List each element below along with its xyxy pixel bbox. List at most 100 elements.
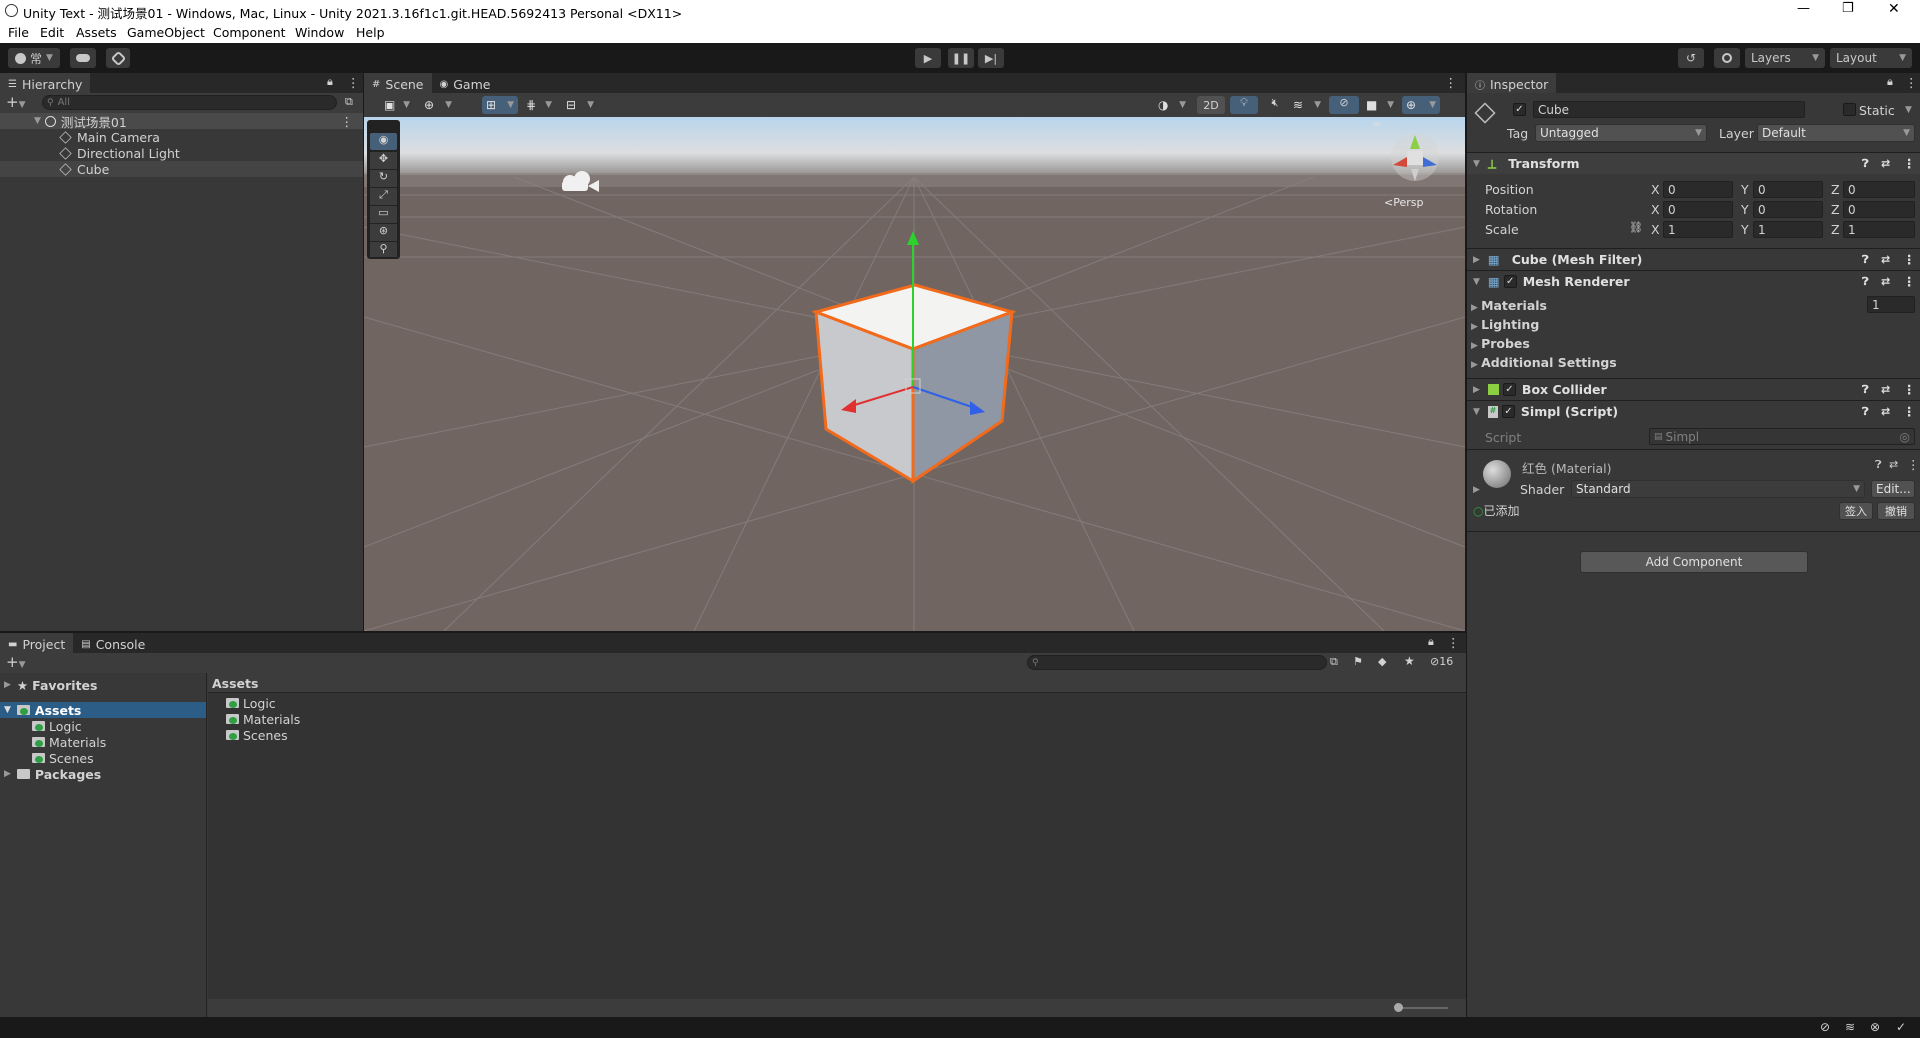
filter-icon[interactable]: ⧉ bbox=[345, 95, 353, 109]
help-icon[interactable]: ❓︎ bbox=[1862, 405, 1869, 419]
mesh-renderer-enabled-checkbox[interactable]: ✓ bbox=[1503, 275, 1517, 288]
preset-icon[interactable]: ⇄ bbox=[1881, 383, 1890, 396]
expand-arrow-icon[interactable]: ▼ bbox=[1473, 159, 1480, 169]
network-off-icon[interactable]: ⊘ bbox=[1820, 1020, 1830, 1034]
expand-arrow-icon[interactable]: ▶ bbox=[1473, 385, 1480, 395]
layer-dropdown[interactable]: Default ▼ bbox=[1757, 124, 1915, 142]
minimize-button[interactable]: — bbox=[1797, 1, 1810, 16]
viewport-menu-icon[interactable]: ═ bbox=[1373, 117, 1380, 131]
rotation-x-field[interactable]: 0 bbox=[1663, 201, 1733, 218]
maximize-button[interactable]: ❐ bbox=[1842, 1, 1854, 16]
tab-scene[interactable]: # Scene bbox=[364, 73, 432, 93]
more-menu-icon[interactable]: ⋮ bbox=[347, 75, 360, 90]
object-active-checkbox[interactable]: ✓ bbox=[1513, 103, 1526, 116]
view-tool-button[interactable]: ◉ bbox=[370, 133, 397, 150]
expand-arrow-icon[interactable]: ▼ bbox=[4, 705, 11, 715]
close-button[interactable]: ✕ bbox=[1888, 1, 1900, 17]
static-checkbox[interactable] bbox=[1843, 103, 1856, 116]
step-button[interactable]: ▶| bbox=[978, 48, 1004, 68]
icon-size-slider-track[interactable] bbox=[1398, 1007, 1448, 1009]
search-by-label-icon[interactable]: ⚑ bbox=[1353, 655, 1363, 668]
component-menu-icon[interactable]: ⋮ bbox=[1903, 274, 1916, 289]
layers-dropdown[interactable]: Layers ▼ bbox=[1745, 48, 1825, 68]
help-icon[interactable]: ❓︎ bbox=[1862, 275, 1869, 289]
packages-item[interactable]: ▶ Packages bbox=[0, 766, 206, 782]
position-z-field[interactable]: 0 bbox=[1843, 181, 1915, 198]
account-button[interactable]: 常 ▼ bbox=[8, 48, 60, 68]
expand-arrow-icon[interactable]: ▶ bbox=[1473, 255, 1480, 265]
gizmos-dropdown[interactable]: ⊕ ▼ bbox=[1402, 96, 1440, 114]
position-x-field[interactable]: 0 bbox=[1663, 181, 1733, 198]
rotation-y-field[interactable]: 0 bbox=[1753, 201, 1823, 218]
object-picker-icon[interactable]: ◎ bbox=[1900, 430, 1910, 444]
draw-mode-dropdown[interactable]: ▣ ▼ bbox=[380, 96, 414, 114]
expand-arrow-icon[interactable]: ▼ bbox=[1473, 277, 1480, 287]
menu-help[interactable]: Help bbox=[356, 25, 385, 40]
component-menu-icon[interactable]: ⋮ bbox=[1903, 404, 1916, 419]
asset-item-scenes[interactable]: Scenes bbox=[208, 727, 1466, 743]
mesh-filter-header[interactable]: ▶ ▦ Cube (Mesh Filter) ❓︎ ⇄ ⋮ bbox=[1467, 248, 1920, 270]
search-button[interactable] bbox=[1714, 48, 1740, 68]
hidden-objects-toggle[interactable]: ⊘ bbox=[1329, 96, 1359, 114]
expand-arrow-icon[interactable]: ▶ bbox=[4, 769, 11, 779]
help-icon[interactable]: ❓︎ bbox=[1862, 383, 1869, 397]
undo-history-button[interactable]: ↺ bbox=[1678, 48, 1704, 68]
more-menu-icon[interactable]: ⋮ bbox=[1445, 75, 1458, 90]
scale-y-field[interactable]: 1 bbox=[1753, 221, 1823, 238]
preset-icon[interactable]: ⇄ bbox=[1881, 405, 1890, 418]
hierarchy-item-cube[interactable]: Cube bbox=[0, 161, 363, 177]
preset-icon[interactable]: ⇄ bbox=[1889, 458, 1898, 471]
mesh-renderer-header[interactable]: ▼ ▦ ✓ Mesh Renderer ❓︎ ⇄ ⋮ bbox=[1467, 270, 1920, 292]
asset-item-materials[interactable]: Materials bbox=[208, 711, 1466, 727]
hidden-packages-toggle[interactable]: ⊘16 bbox=[1430, 655, 1453, 668]
hierarchy-item-main-camera[interactable]: Main Camera bbox=[0, 129, 363, 145]
scale-z-field[interactable]: 1 bbox=[1843, 221, 1915, 238]
tree-item-logic[interactable]: Logic bbox=[0, 718, 206, 734]
toggle-2d-button[interactable]: 2D bbox=[1197, 96, 1225, 114]
component-menu-icon[interactable]: ⋮ bbox=[1907, 457, 1920, 472]
static-dropdown-icon[interactable]: ▼ bbox=[1905, 105, 1912, 115]
expand-arrow-icon[interactable]: ▼ bbox=[34, 116, 41, 126]
scene-menu-icon[interactable]: ⋮ bbox=[341, 114, 354, 129]
materials-count-field[interactable]: 1 bbox=[1867, 296, 1915, 313]
scene-orientation-gizmo[interactable] bbox=[1391, 133, 1439, 181]
help-icon[interactable]: ❓︎ bbox=[1862, 157, 1869, 171]
box-collider-header[interactable]: ▶ ✓ Box Collider ❓︎ ⇄ ⋮ bbox=[1467, 378, 1920, 400]
tab-inspector[interactable]: ⓘ Inspector bbox=[1467, 73, 1557, 93]
probes-foldout[interactable]: ▶ Probes bbox=[1471, 336, 1530, 351]
script-header[interactable]: ▼ # ✓ Simpl (Script) ❓︎ ⇄ ⋮ bbox=[1467, 400, 1920, 422]
move-tool-button[interactable]: ✥ bbox=[370, 152, 397, 169]
position-y-field[interactable]: 0 bbox=[1753, 181, 1823, 198]
script-enabled-checkbox[interactable]: ✓ bbox=[1501, 405, 1515, 418]
lighting-foldout[interactable]: ▶ Lighting bbox=[1471, 317, 1539, 332]
tab-hierarchy[interactable]: ☰ Hierarchy bbox=[0, 73, 91, 93]
tab-console[interactable]: ▤ Console bbox=[73, 633, 154, 653]
scene-row[interactable]: ▼ 测试场景01 ⋮ bbox=[0, 113, 363, 130]
icon-size-slider-thumb[interactable] bbox=[1394, 1003, 1403, 1012]
checkin-button[interactable]: 签入 bbox=[1839, 502, 1873, 520]
create-button[interactable]: +▼ bbox=[6, 653, 26, 671]
camera-dropdown[interactable]: ■ ▼ bbox=[1362, 96, 1398, 114]
more-menu-icon[interactable]: ⋮ bbox=[1447, 635, 1460, 650]
effects-dropdown[interactable]: ≋ ▼ bbox=[1289, 96, 1325, 114]
expand-arrow-icon[interactable]: ▶ bbox=[1473, 485, 1480, 495]
layout-dropdown[interactable]: Layout ▼ bbox=[1830, 48, 1912, 68]
help-icon[interactable]: ❓︎ bbox=[1862, 253, 1869, 267]
global-local-dropdown[interactable]: ⊕ ▼ bbox=[420, 96, 456, 114]
tag-dropdown[interactable]: Untagged ▼ bbox=[1535, 124, 1707, 142]
shader-dropdown[interactable]: Standard ▼ bbox=[1571, 480, 1865, 498]
custom-tool-button[interactable]: ⚲ bbox=[370, 242, 397, 257]
additional-settings-foldout[interactable]: ▶ Additional Settings bbox=[1471, 355, 1617, 370]
revert-button[interactable]: 撤销 bbox=[1877, 502, 1915, 520]
component-menu-icon[interactable]: ⋮ bbox=[1903, 252, 1916, 267]
increment-snap-dropdown[interactable]: ⊟ ▼ bbox=[562, 96, 598, 114]
menu-file[interactable]: File bbox=[8, 25, 29, 40]
menu-edit[interactable]: Edit bbox=[40, 25, 64, 40]
rotation-z-field[interactable]: 0 bbox=[1843, 201, 1915, 218]
menu-gameobject[interactable]: GameObject bbox=[127, 25, 205, 40]
menu-window[interactable]: Window bbox=[295, 25, 344, 40]
menu-component[interactable]: Component bbox=[213, 25, 286, 40]
expand-arrow-icon[interactable]: ▼ bbox=[1473, 407, 1480, 417]
edit-shader-button[interactable]: Edit... bbox=[1871, 480, 1915, 498]
transform-header[interactable]: ▼ ⟂ Transform ❓︎ ⇄ ⋮ bbox=[1467, 152, 1920, 174]
